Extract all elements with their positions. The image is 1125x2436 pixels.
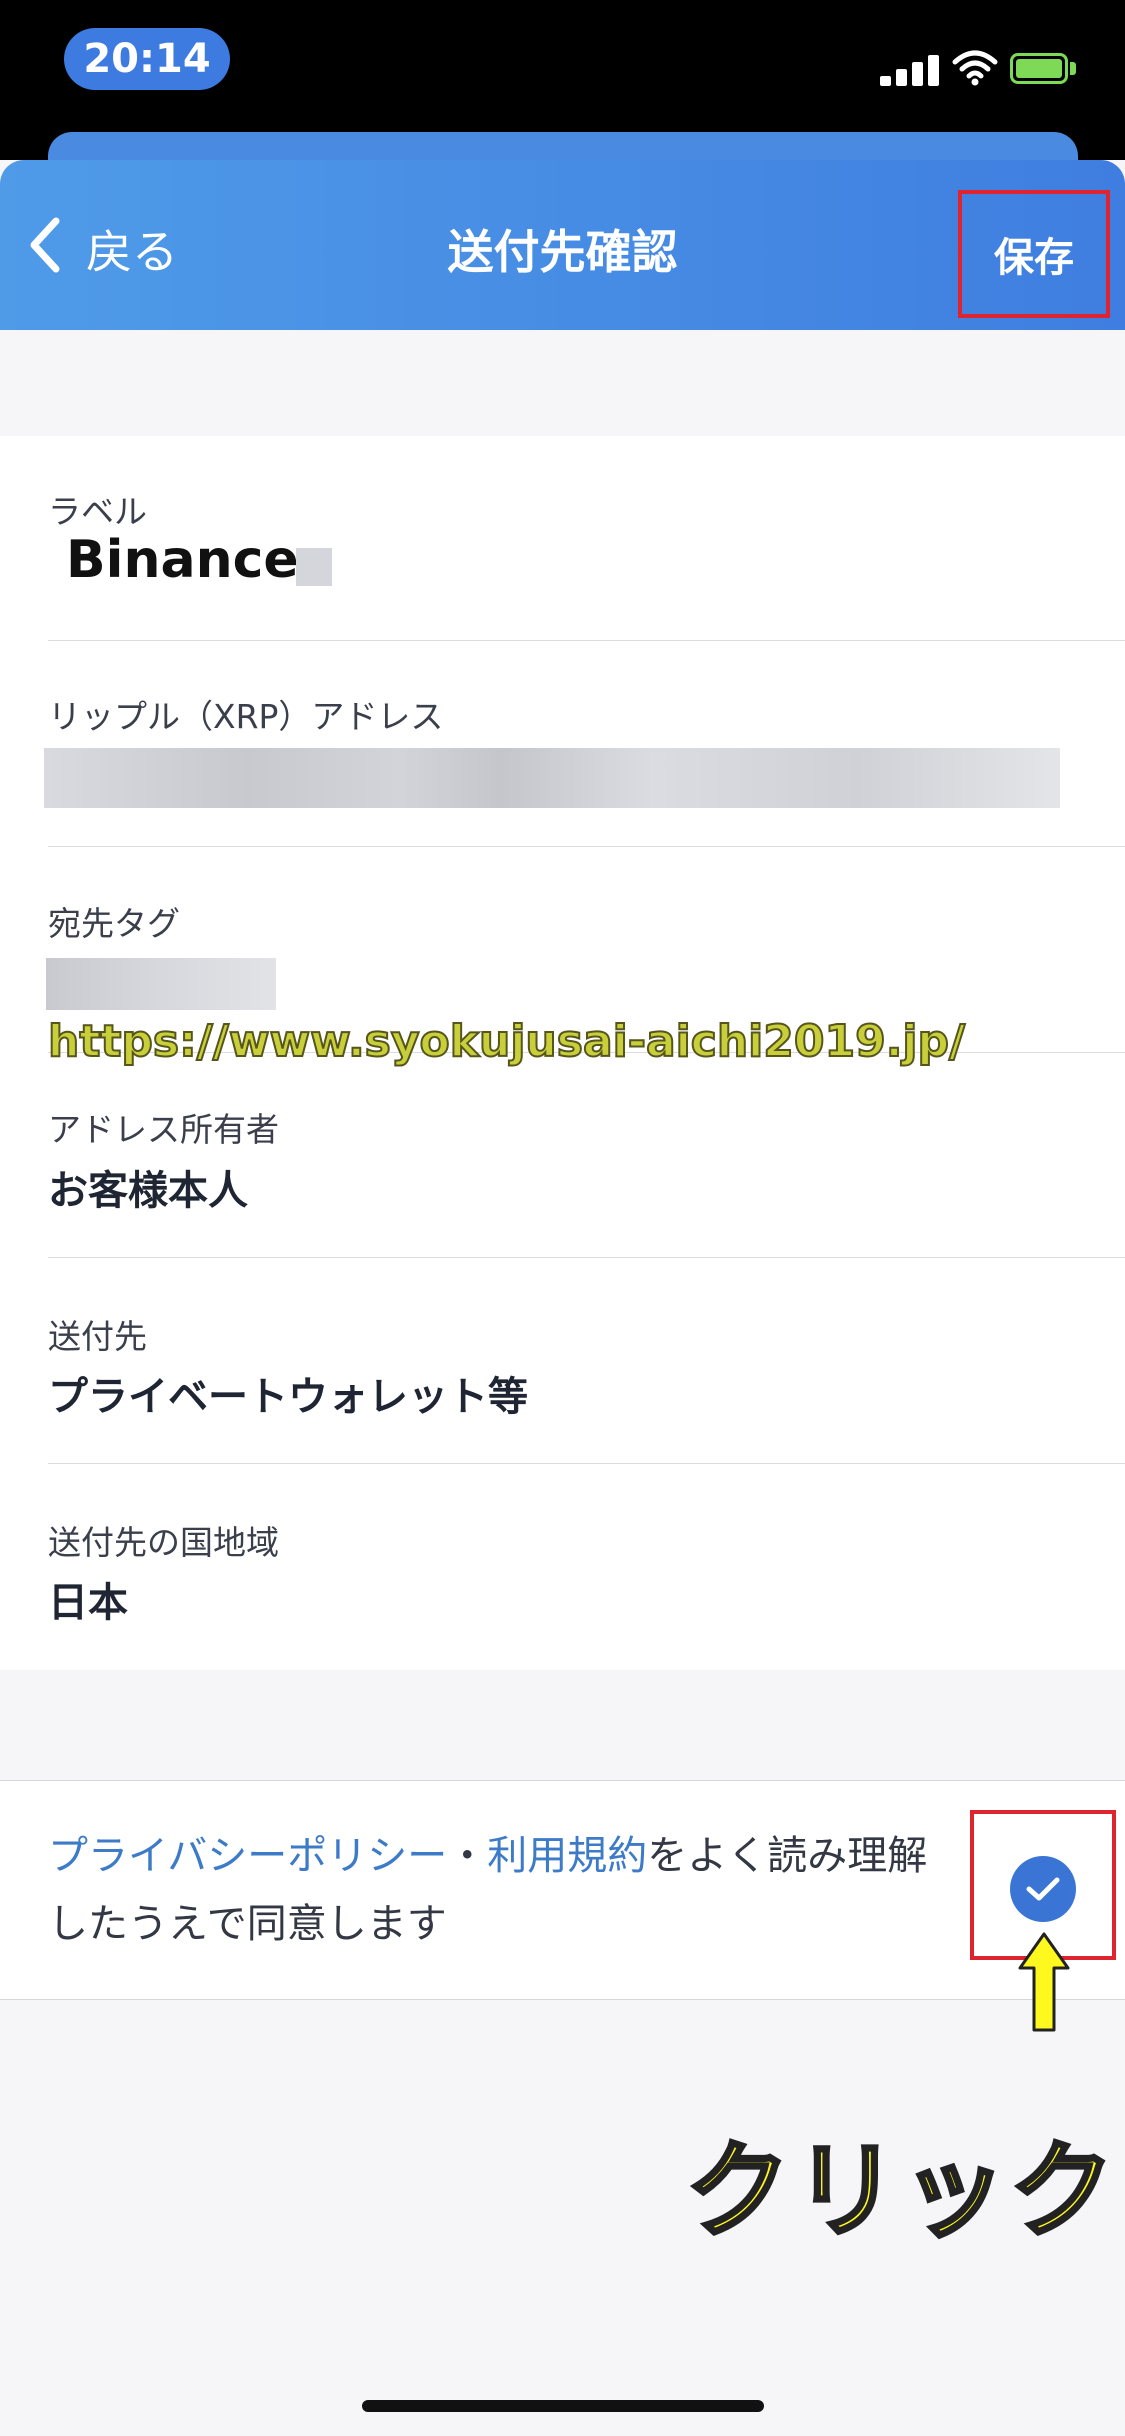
battery-cap bbox=[1070, 62, 1076, 75]
watermark-url: https://www.syokujusai-aichi2019.jp/ bbox=[47, 1015, 966, 1068]
signal-icon bbox=[880, 54, 940, 86]
consent-text: プライバシーポリシー・利用規約をよく読み理解したうえで同意します bbox=[48, 1822, 948, 1958]
page-title: 送付先確認 bbox=[447, 225, 678, 279]
privacy-policy-link[interactable]: プライバシーポリシー bbox=[48, 1833, 447, 1879]
top-spacer bbox=[0, 330, 1125, 437]
field-destination-value: プライベートウォレット等 bbox=[48, 1374, 528, 1420]
home-indicator bbox=[362, 2400, 764, 2412]
divider bbox=[48, 846, 1125, 847]
save-button[interactable]: 保存 bbox=[958, 190, 1110, 318]
field-owner-title: アドレス所有者 bbox=[48, 1110, 279, 1149]
field-country-title: 送付先の国地域 bbox=[48, 1523, 279, 1562]
click-annotation-bottom: クリック bbox=[684, 2128, 1119, 2254]
field-owner-value: お客様本人 bbox=[48, 1168, 248, 1214]
consent-separator: ・ bbox=[447, 1833, 488, 1879]
field-label-title: ラベル bbox=[48, 492, 147, 531]
blurred-label-suffix bbox=[296, 548, 332, 586]
blurred-address bbox=[44, 748, 1060, 808]
terms-link[interactable]: 利用規約 bbox=[487, 1833, 647, 1879]
middle-spacer bbox=[0, 1670, 1125, 1780]
field-destination-title: 送付先 bbox=[48, 1317, 147, 1356]
blurred-tag bbox=[46, 958, 276, 1010]
wifi-icon bbox=[952, 50, 998, 86]
divider bbox=[48, 640, 1125, 641]
divider bbox=[48, 1257, 1125, 1258]
checkmark-icon bbox=[1026, 1877, 1060, 1901]
status-time: 20:14 bbox=[64, 28, 230, 90]
divider bbox=[48, 1463, 1125, 1464]
battery-icon bbox=[1010, 53, 1068, 84]
arrow-up-icon bbox=[1018, 1932, 1070, 2032]
field-label-value: Binance bbox=[66, 530, 299, 590]
save-button-label: 保存 bbox=[994, 235, 1074, 281]
field-address-title: リップル（XRP）アドレス bbox=[48, 697, 444, 736]
consent-checkbox[interactable] bbox=[1010, 1856, 1076, 1922]
field-country-value: 日本 bbox=[48, 1580, 128, 1626]
field-tag-title: 宛先タグ bbox=[48, 904, 180, 943]
